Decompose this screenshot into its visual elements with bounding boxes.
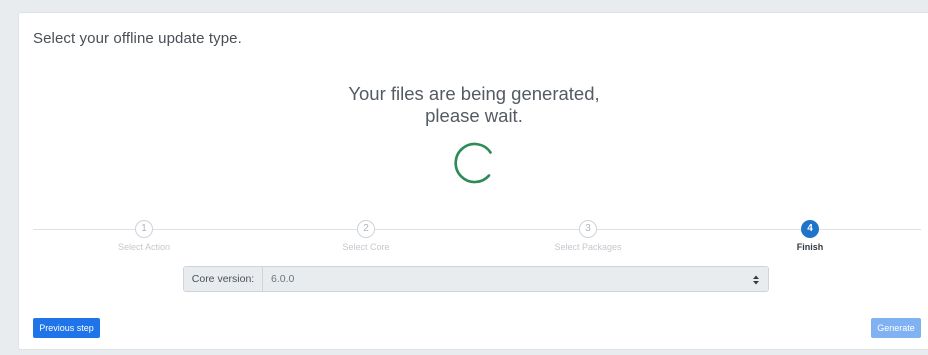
step-select-action: 1 Select Action bbox=[84, 220, 204, 252]
core-version-select[interactable]: 6.0.0 bbox=[263, 267, 768, 291]
card-title: Select your offline update type. bbox=[33, 30, 242, 47]
step-number: 4 bbox=[801, 220, 819, 238]
step-label: Select Core bbox=[342, 242, 390, 252]
step-label: Finish bbox=[796, 242, 824, 252]
select-arrows-icon bbox=[753, 275, 759, 285]
previous-step-button[interactable]: Previous step bbox=[33, 318, 100, 338]
generate-button[interactable]: Generate bbox=[871, 318, 921, 338]
core-version-label: Core version: bbox=[184, 267, 263, 291]
loading-spinner-icon bbox=[449, 137, 501, 189]
generating-message-line2: please wait. bbox=[425, 105, 523, 126]
offline-update-card: Select your offline update type. Your fi… bbox=[18, 12, 928, 350]
step-label: Select Action bbox=[117, 242, 171, 252]
step-select-packages: 3 Select Packages bbox=[528, 220, 648, 252]
wizard-stepper: 1 Select Action 2 Select Core 3 Select P… bbox=[19, 220, 928, 260]
step-select-core: 2 Select Core bbox=[306, 220, 426, 252]
core-version-group: Core version: 6.0.0 bbox=[183, 266, 769, 292]
step-number: 1 bbox=[135, 220, 153, 238]
generating-message: Your files are being generated, please w… bbox=[19, 83, 928, 127]
step-number: 3 bbox=[579, 220, 597, 238]
step-label: Select Packages bbox=[554, 242, 622, 252]
step-number: 2 bbox=[357, 220, 375, 238]
core-version-value: 6.0.0 bbox=[271, 273, 295, 285]
generating-message-line1: Your files are being generated, bbox=[348, 83, 600, 104]
step-finish: 4 Finish bbox=[750, 220, 870, 252]
